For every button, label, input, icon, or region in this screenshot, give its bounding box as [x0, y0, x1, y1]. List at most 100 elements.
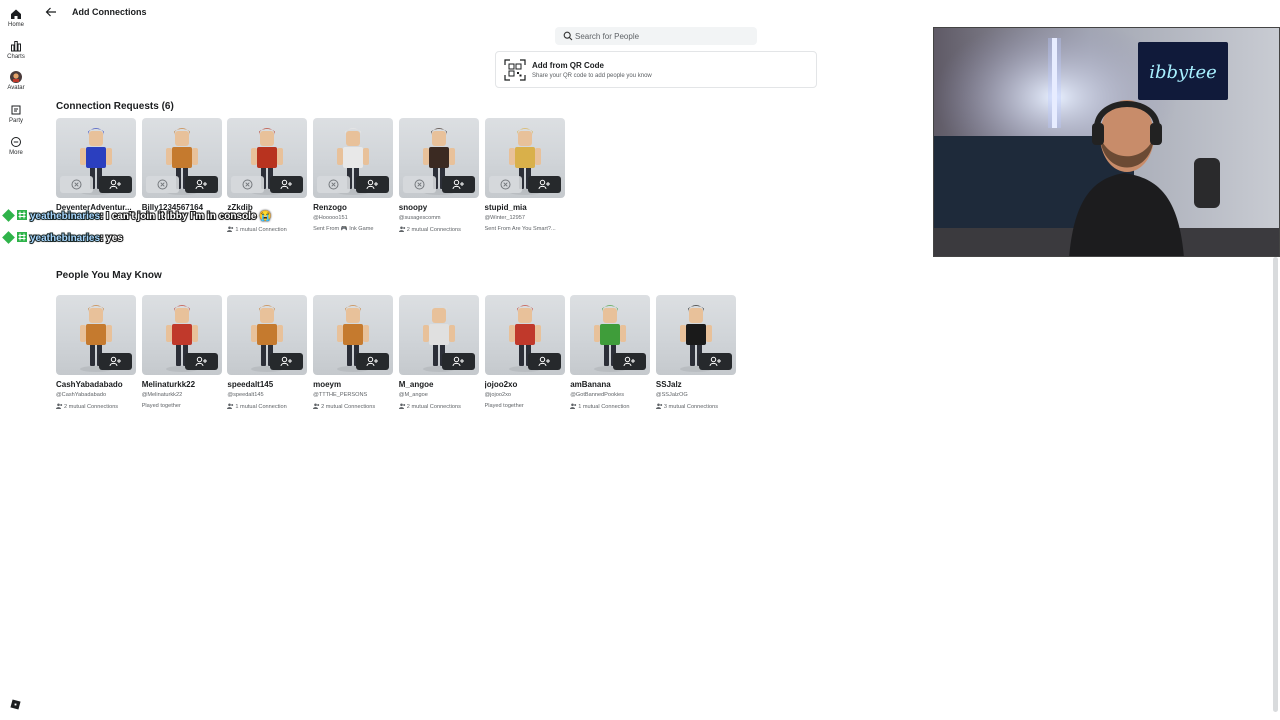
avatar-thumbnail[interactable]: [655, 295, 736, 375]
suggested-person-card[interactable]: CashYabadabado @CashYabadabado 2 mutual Co…: [56, 295, 136, 413]
search-input[interactable]: [575, 29, 750, 43]
nav-item-more[interactable]: More: [0, 136, 32, 156]
suggested-person-card[interactable]: M_angoe @M_angoe 2 mutual Connections: [398, 295, 481, 413]
connection-request-card[interactable]: Renzogo @Hooooo151 Sent From 🎮 Ink Game: [313, 118, 395, 236]
add-connection-button[interactable]: [613, 353, 647, 370]
connection-context: 1 mutual Connection: [570, 403, 654, 410]
suggested-person-card[interactable]: jojoo2xo @jojoo2xo Played together: [484, 295, 567, 413]
avatar-thumbnail[interactable]: [227, 118, 308, 198]
decline-request-button[interactable]: [488, 176, 522, 193]
search-bar[interactable]: [555, 27, 757, 45]
suggested-person-card[interactable]: speedalt145 @speedalt145 1 mutual Connecti…: [227, 295, 309, 413]
user-display-name[interactable]: Melinaturkk22: [142, 380, 224, 389]
user-display-name[interactable]: amBanana: [570, 380, 652, 389]
add-connection-button[interactable]: [356, 353, 390, 370]
decline-request-button[interactable]: [317, 176, 351, 193]
nav-item-party[interactable]: Party: [0, 104, 32, 124]
nav-item-charts[interactable]: Charts: [0, 40, 32, 60]
chat-message: yeathebinaries: yes: [2, 231, 124, 245]
add-connection-button[interactable]: [270, 353, 304, 370]
avatar-thumbnail[interactable]: [398, 295, 479, 375]
connection-context-text: Sent From Are You Smart?...: [484, 226, 556, 232]
more-icon: [11, 137, 21, 147]
nav-item-home[interactable]: Home: [0, 8, 32, 28]
user-handle: @speedalt145: [227, 392, 264, 398]
avatar-thumbnail[interactable]: [141, 295, 222, 375]
user-display-name[interactable]: moeym: [313, 380, 395, 389]
webcam-feed: ibbytee: [934, 28, 1279, 256]
avatar-thumbnail[interactable]: [227, 295, 308, 375]
suggested-person-card[interactable]: amBanana @GotBannedPookies 1 mutual Connec…: [570, 295, 652, 413]
avatar-thumbnail[interactable]: [484, 118, 565, 198]
suggested-person-card[interactable]: moeym @TTTHE_PERSONS 2 mutual Connections: [313, 295, 395, 413]
user-display-name[interactable]: Renzogo: [313, 203, 395, 212]
user-display-name[interactable]: CashYabadabado: [56, 380, 138, 389]
user-display-name[interactable]: M_angoe: [399, 380, 481, 389]
connection-request-card[interactable]: stupid_mia @Winter_12957 Sent From Are You…: [484, 118, 567, 236]
accept-request-button[interactable]: [270, 176, 304, 193]
avatar-thumbnail[interactable]: [313, 295, 394, 375]
connection-context-text: Played together: [141, 403, 181, 409]
connection-context-text: 1 mutual Connection: [235, 227, 287, 233]
avatar-thumbnail[interactable]: [398, 118, 479, 198]
mutual-connections-icon: [313, 403, 320, 409]
qr-code-icon: [504, 59, 526, 81]
page-title: Add Connections: [72, 7, 147, 17]
connection-context: 2 mutual Connections: [398, 226, 483, 233]
connection-context-text: 2 mutual Connections: [406, 404, 461, 410]
accept-request-button[interactable]: [184, 176, 218, 193]
user-display-name[interactable]: speedalt145: [227, 380, 309, 389]
avatar-thumbnail[interactable]: [56, 295, 136, 375]
back-arrow-icon[interactable]: [44, 5, 58, 19]
mutual-connections-icon: [227, 403, 234, 409]
decline-icon: [71, 179, 82, 190]
connection-context: 2 mutual Connections: [398, 403, 483, 410]
add-connection-button[interactable]: [698, 353, 732, 370]
connection-context: 2 mutual Connections: [56, 403, 140, 410]
add-from-qr-code-button[interactable]: Add from QR Code Share your QR code to a…: [495, 51, 817, 88]
roblox-logo-icon[interactable]: [10, 699, 21, 710]
add-connection-button[interactable]: [184, 353, 218, 370]
user-handle: @SSJalzOG: [655, 392, 688, 398]
add-connection-button[interactable]: [441, 353, 475, 370]
add-friend-icon: [366, 179, 379, 190]
decline-request-button[interactable]: [231, 176, 265, 193]
connection-request-card[interactable]: snoopy @susagescomm 2 mutual Connections: [398, 118, 481, 236]
add-connection-button[interactable]: [527, 353, 561, 370]
accept-request-button[interactable]: [356, 176, 390, 193]
user-handle: @TTTHE_PERSONS: [313, 392, 368, 398]
accept-request-button[interactable]: [527, 176, 561, 193]
avatar-thumbnail[interactable]: [56, 118, 136, 198]
user-display-name[interactable]: snoopy: [399, 203, 481, 212]
user-handle: @Hooooo151: [313, 215, 348, 221]
home-icon: [11, 9, 21, 19]
avatar-thumbnail[interactable]: [141, 118, 222, 198]
suggested-person-card[interactable]: Melinaturkk22 @Melinaturkk22 Played togeth…: [141, 295, 224, 413]
accept-request-button[interactable]: [441, 176, 475, 193]
decline-request-button[interactable]: [60, 176, 93, 193]
avatar-thumbnail[interactable]: [484, 295, 565, 375]
user-display-name[interactable]: jojoo2xo: [485, 380, 567, 389]
user-handle: @GotBannedPookies: [570, 392, 625, 398]
connection-context: Sent From 🎮 Ink Game: [313, 226, 397, 232]
nav-item-label: Charts: [7, 54, 25, 60]
suggested-person-card[interactable]: SSJalz @SSJalzOG 3 mutual Connections: [655, 295, 738, 413]
user-display-name[interactable]: stupid_mia: [485, 203, 567, 212]
connection-context: 2 mutual Connections: [313, 403, 397, 410]
connection-context: Played together: [485, 403, 569, 409]
page-scrollbar[interactable]: [1273, 257, 1278, 712]
user-display-name[interactable]: SSJalz: [656, 380, 738, 389]
avatar-thumbnail[interactable]: [313, 118, 394, 198]
nav-item-avatar[interactable]: Avatar: [0, 71, 32, 91]
accept-request-button[interactable]: [99, 176, 132, 193]
add-connection-button[interactable]: [99, 353, 132, 370]
chat-text: : I can't join it ibby I'm in console 😭: [99, 210, 273, 223]
nav-item-label: More: [9, 150, 23, 156]
add-friend-icon: [366, 356, 379, 367]
charts-icon: [11, 41, 21, 52]
decline-request-button[interactable]: [402, 176, 436, 193]
nav-item-label: Avatar: [7, 85, 25, 91]
decline-request-button[interactable]: [145, 176, 179, 193]
user-handle: @CashYabadabado: [56, 392, 107, 398]
avatar-thumbnail[interactable]: [570, 295, 651, 375]
